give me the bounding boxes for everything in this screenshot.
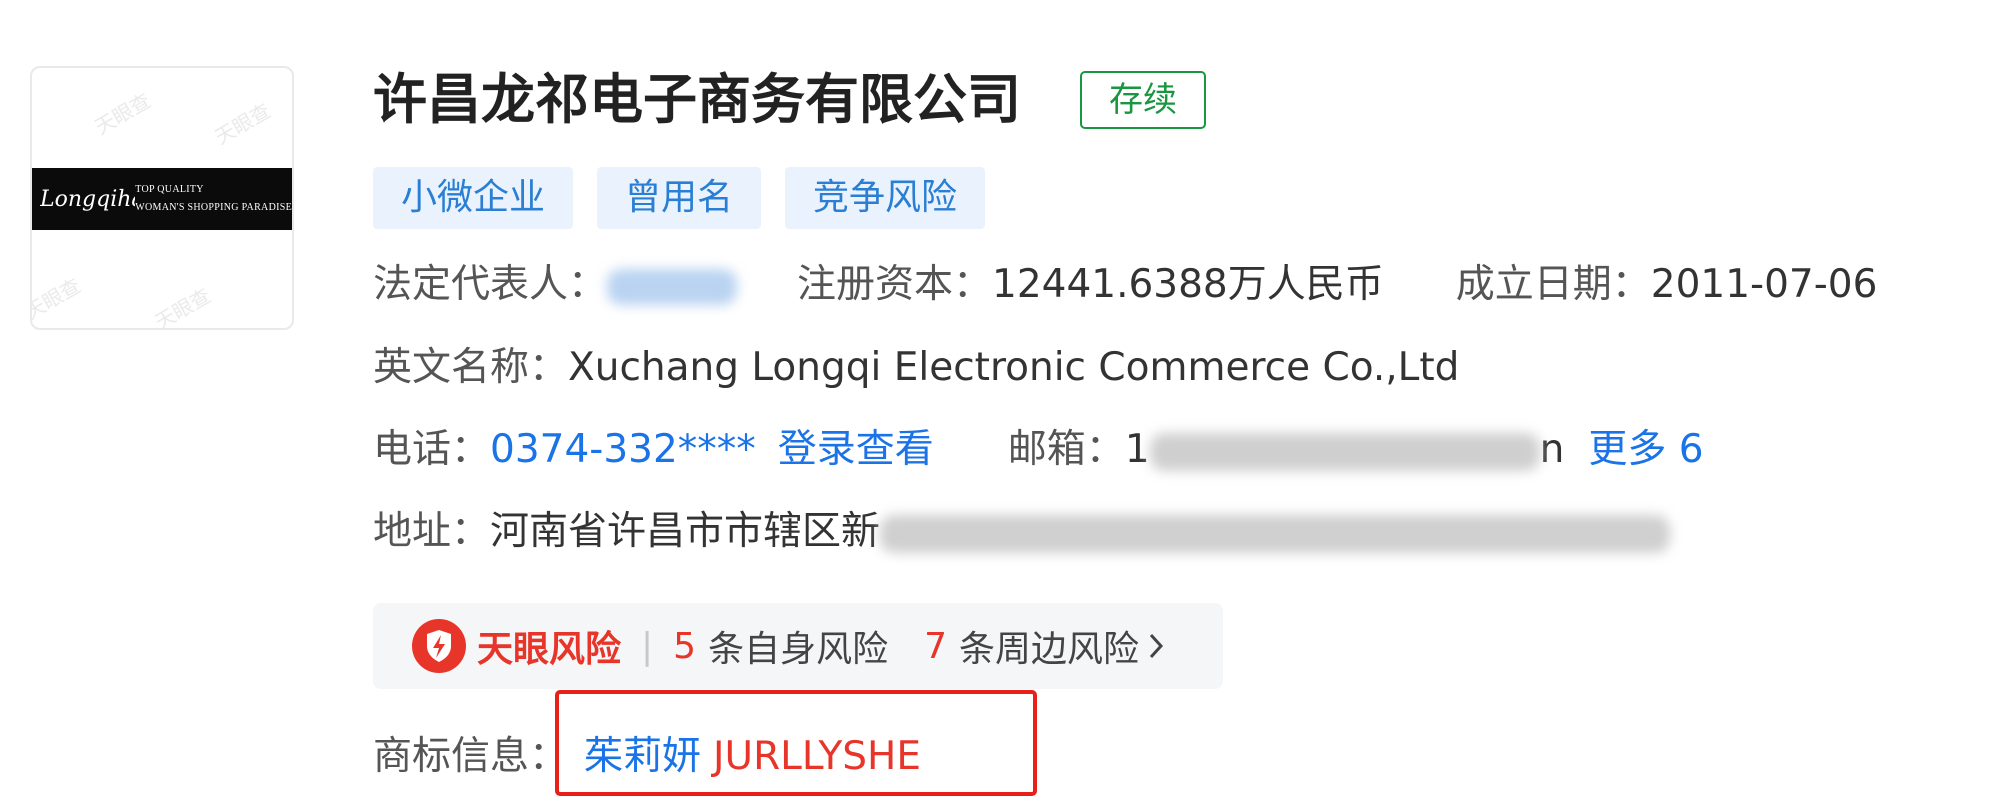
phone-label: 电话：: [373, 427, 491, 472]
email-suffix: n: [1539, 427, 1565, 472]
founded-label: 成立日期：: [1455, 262, 1651, 307]
trademark-label: 商标信息：: [373, 734, 569, 779]
company-name: 许昌龙祁电子商务有限公司: [373, 68, 1021, 131]
phone-value[interactable]: 0374-332****: [490, 427, 756, 472]
address-row: 地址：河南省许昌市市辖区新: [373, 502, 1671, 562]
around-risk-label[interactable]: 条周边风险: [959, 620, 1139, 672]
capital-value: 12441.6388万人民币: [992, 262, 1384, 307]
english-name-label: 英文名称：: [373, 345, 569, 390]
legal-rep-label: 法定代表人：: [373, 262, 608, 307]
company-tags: 小微企业 曾用名 竞争风险: [373, 167, 986, 229]
watermark-text: 天眼查: [210, 98, 275, 150]
email-redacted: [1149, 432, 1540, 471]
tag-competition-risk[interactable]: 竞争风险: [785, 167, 986, 229]
shield-lightning-icon: [412, 619, 466, 673]
address-label: 地址：: [373, 509, 491, 554]
risk-divider: |: [641, 625, 654, 667]
risk-summary-bar[interactable]: 天眼风险 | 5 条自身风险 7 条周边风险: [373, 603, 1223, 689]
logo-tagline-2: WOMAN'S SHOPPING PARADISE: [135, 202, 292, 213]
trademark-name-en[interactable]: JURLLYSHE: [713, 734, 921, 779]
status-badge: 存续: [1080, 71, 1206, 129]
trademark-row: 商标信息： 茱莉妍 JURLLYSHE: [373, 727, 921, 787]
capital-label: 注册资本：: [797, 262, 993, 307]
watermark-text: 天眼查: [90, 88, 155, 140]
risk-brand-label: 天眼风险: [477, 629, 622, 670]
tag-former-name[interactable]: 曾用名: [597, 167, 762, 229]
email-label: 邮箱：: [1007, 427, 1125, 472]
logo-tagline: TOP QUALITY WOMAN'S SHOPPING PARADISE: [135, 181, 292, 217]
more-emails-link[interactable]: 更多 6: [1588, 427, 1703, 472]
watermark-text: 天眼查: [150, 283, 215, 330]
self-risk-count[interactable]: 5: [673, 626, 696, 667]
address-value[interactable]: 河南省许昌市市辖区新: [490, 509, 880, 554]
tag-small-micro-enterprise[interactable]: 小微企业: [373, 167, 574, 229]
address-redacted: [880, 514, 1671, 553]
legal-rep-redacted[interactable]: [607, 268, 738, 305]
email-prefix: 1: [1124, 427, 1150, 472]
english-name-row: 英文名称：Xuchang Longqi Electronic Commerce …: [373, 338, 1459, 398]
logo-tagline-1: TOP QUALITY: [135, 184, 204, 195]
logo-script-text: Longqihair: [40, 186, 135, 212]
trademark-name-cn[interactable]: 茱莉妍: [584, 734, 701, 779]
self-risk-label[interactable]: 条自身风险: [708, 620, 888, 672]
english-name-value: Xuchang Longqi Electronic Commerce Co.,L…: [568, 345, 1460, 390]
company-logo: 天眼查 天眼查 天眼查 天眼查 Longqihair TOP QUALITY W…: [30, 66, 294, 330]
around-risk-count[interactable]: 7: [924, 626, 947, 667]
logo-banner: Longqihair TOP QUALITY WOMAN'S SHOPPING …: [32, 168, 292, 230]
contact-row: 电话：0374-332**** 登录查看 邮箱：1 n 更多 6: [373, 420, 1704, 480]
founded-value: 2011-07-06: [1650, 262, 1878, 307]
chevron-right-icon[interactable]: [1147, 631, 1165, 661]
login-to-view-link[interactable]: 登录查看: [778, 427, 934, 472]
basic-info-row: 法定代表人： 注册资本：12441.6388万人民币 成立日期：2011-07-06: [373, 255, 1877, 315]
watermark-text: 天眼查: [30, 273, 85, 325]
